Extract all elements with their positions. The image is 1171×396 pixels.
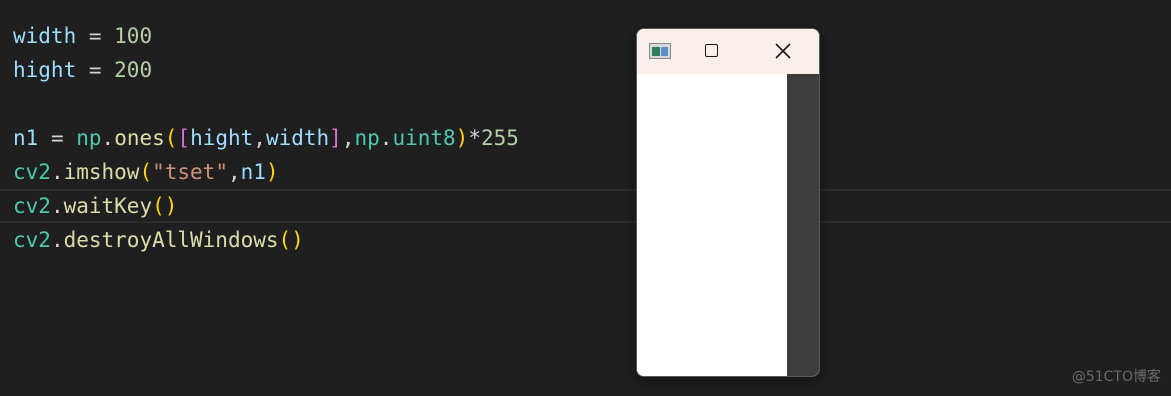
code-token: [ [177,126,191,150]
code-line[interactable]: cv2.waitKey() [0,189,1171,223]
code-token: width [265,126,330,150]
maximize-icon [705,44,718,57]
code-token: "tset" [152,160,228,184]
window-titlebar[interactable] [637,29,819,74]
code-token: ) [455,126,469,150]
code-token: cv2 [13,194,51,218]
maximize-button[interactable] [687,29,737,74]
code-token: ) [265,160,279,184]
code-token: destroyAllWindows [63,228,279,252]
code-line[interactable]: cv2.destroyAllWindows() [13,223,519,257]
opencv-image-window[interactable] [636,28,820,377]
code-line[interactable] [13,87,519,121]
code-token: . [101,126,115,150]
code-content[interactable]: width = 100 hight = 200 n1 = np.ones([hig… [0,19,1171,257]
code-token: ( [164,126,178,150]
code-token: imshow [63,160,140,184]
close-button[interactable] [757,29,809,74]
window-side-strip [787,74,819,376]
code-editor[interactable]: width = 100 hight = 200 n1 = np.ones([hig… [0,0,1171,396]
close-icon [775,43,791,59]
code-token: , [341,126,355,150]
code-token: n1 [13,126,39,150]
code-token: = [38,126,77,150]
code-line[interactable]: width = 100 [13,19,519,53]
code-token: . [50,160,64,184]
code-token: = [76,58,115,82]
code-line[interactable]: hight = 200 [13,53,519,87]
code-token: ones [114,126,165,150]
code-token: () [152,194,178,218]
code-token: * [468,126,481,150]
code-token: 255 [480,126,519,150]
code-token: , [227,160,241,184]
code-token: width [13,24,77,48]
code-token: () [278,228,304,252]
code-token: np [76,126,102,150]
code-line[interactable]: cv2.imshow("tset",n1) [13,155,519,189]
app-icon [649,43,671,59]
code-token: hight [13,58,77,82]
code-token: ] [329,126,342,150]
code-token: 100 [114,24,153,48]
code-token: 200 [114,58,153,82]
code-token: uint8 [392,126,456,150]
image-canvas [637,74,787,376]
watermark: @51CTO博客 [1071,369,1161,385]
code-token: . [50,228,64,252]
code-token: waitKey [63,194,153,218]
code-token: cv2 [13,160,51,184]
code-line[interactable]: n1 = np.ones([hight,width],np.uint8)*255 [13,121,519,155]
code-token: , [253,126,266,150]
code-token: n1 [240,160,266,184]
code-token: . [379,126,393,150]
code-token: ( [139,160,153,184]
code-token: . [50,194,64,218]
code-token: hight [190,126,254,150]
code-token: = [76,24,115,48]
code-token: cv2 [13,228,51,252]
code-token: np [354,126,380,150]
